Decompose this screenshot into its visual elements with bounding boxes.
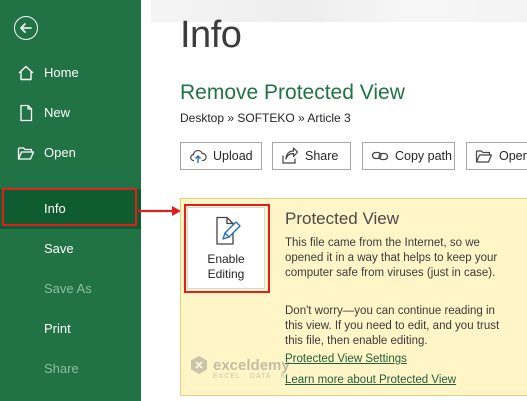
upload-icon <box>190 149 207 163</box>
folder-open-icon <box>17 147 35 160</box>
back-button[interactable] <box>14 16 38 40</box>
sidebar-item-open[interactable]: Open <box>0 133 141 173</box>
watermark-icon <box>191 356 207 374</box>
page-title: Info <box>180 14 242 56</box>
copy-path-button[interactable]: Copy path <box>362 142 455 170</box>
protected-view-heading: Protected View <box>285 209 400 228</box>
watermark-logo: exceldemy EXCEL · DATA · BI <box>189 355 290 380</box>
info-pane: Info Remove Protected View Desktop » SOF… <box>141 0 527 401</box>
document-title: Remove Protected View <box>180 81 405 104</box>
open-location-button[interactable]: Open <box>466 142 527 170</box>
home-icon <box>18 65 34 81</box>
sidebar-item-save-as[interactable]: Save As <box>0 269 141 309</box>
enable-editing-highlight-annotation <box>184 204 270 293</box>
sidebar-item-label: Home <box>44 65 79 80</box>
share-button[interactable]: Share <box>272 142 351 170</box>
backstage-sidebar: Home New Open Info Save Save As Print Sh… <box>0 0 141 401</box>
share-icon <box>282 147 299 164</box>
info-highlight-annotation <box>2 188 137 226</box>
upload-button[interactable]: Upload <box>180 142 262 170</box>
share-label: Share <box>305 149 339 163</box>
sidebar-item-home[interactable]: Home <box>0 53 141 93</box>
sidebar-item-print[interactable]: Print <box>0 309 141 349</box>
protected-view-advice: Don't worry—you can continue reading in … <box>285 305 500 347</box>
watermark-name: exceldemy <box>213 356 290 374</box>
learn-more-link[interactable]: Learn more about Protected View <box>285 374 456 386</box>
sidebar-item-save[interactable]: Save <box>0 229 141 269</box>
copy-path-label: Copy path <box>395 149 452 163</box>
link-icon <box>371 151 389 161</box>
sidebar-item-new[interactable]: New <box>0 93 141 133</box>
back-arrow-icon <box>20 23 32 33</box>
watermark-subtitle: EXCEL · DATA · BI <box>213 373 289 380</box>
sidebar-item-share[interactable]: Share <box>0 349 141 389</box>
sidebar-item-label: Open <box>44 145 76 160</box>
sidebar-item-label: Print <box>44 321 71 336</box>
protected-view-settings-link[interactable]: Protected View Settings <box>285 353 407 365</box>
sidebar-item-label: Share <box>44 361 79 376</box>
sidebar-item-label: Save As <box>44 281 92 296</box>
breadcrumb: Desktop » SOFTEKO » Article 3 <box>180 111 351 125</box>
sidebar-item-label: Save <box>44 241 74 256</box>
folder-open-icon <box>475 150 493 163</box>
open-label: Open <box>499 149 527 163</box>
upload-label: Upload <box>213 149 253 163</box>
sidebar-item-label: New <box>44 105 71 120</box>
protected-view-description: This file came from the Internet, so we … <box>285 237 498 279</box>
new-document-icon <box>20 104 33 122</box>
